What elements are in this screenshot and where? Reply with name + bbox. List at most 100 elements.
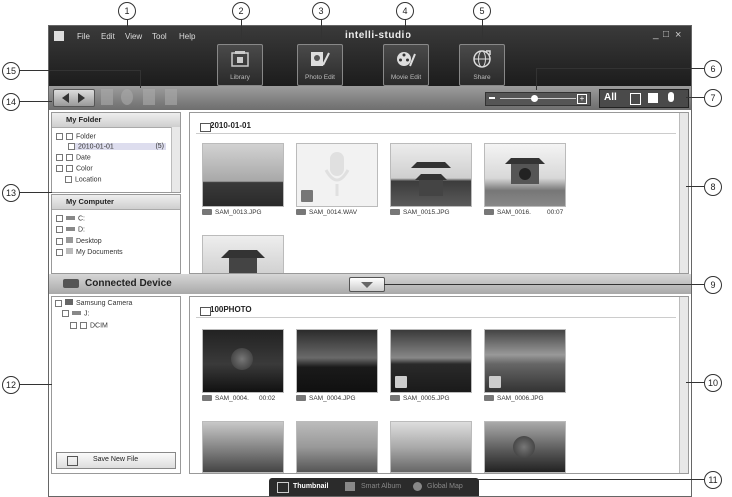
thumbnail-sam-0015[interactable] xyxy=(390,143,472,207)
forward-arrow-icon[interactable] xyxy=(78,93,85,103)
camera-device-icon xyxy=(63,279,79,288)
minimize-button[interactable]: _ xyxy=(653,29,659,40)
maximize-button[interactable]: □ xyxy=(663,29,669,40)
expand-icon[interactable] xyxy=(56,237,63,245)
bottom-area-scrollbar[interactable] xyxy=(679,297,688,473)
callout-leader xyxy=(241,17,242,43)
callout-leader xyxy=(478,479,704,480)
share-button[interactable]: Share xyxy=(459,44,505,86)
share-globe-icon xyxy=(473,50,491,68)
thumbnail-caption: SAM_0004.JPG xyxy=(296,395,356,402)
movie-edit-button[interactable]: Movie Edit xyxy=(383,44,429,86)
expand-icon[interactable] xyxy=(56,133,63,140)
thumbnail-sam-0004-jpg[interactable] xyxy=(296,329,378,393)
video-duration: 00:02 xyxy=(258,395,276,402)
save-new-file-button[interactable]: Save New File xyxy=(56,452,176,469)
expand-icon[interactable] xyxy=(55,299,62,307)
menu-edit[interactable]: Edit xyxy=(101,32,115,41)
filter-all-button[interactable]: All xyxy=(604,92,617,103)
menu-tool[interactable]: Tool xyxy=(152,32,167,41)
photo-edit-button[interactable]: Photo Edit xyxy=(297,44,343,86)
tab-smart-album[interactable]: Smart Album xyxy=(361,483,401,490)
menu-help[interactable]: Help xyxy=(179,32,195,41)
pagoda-image-icon xyxy=(221,250,265,273)
monument-image-icon xyxy=(505,158,545,184)
tree-item-date[interactable]: Date xyxy=(56,154,91,161)
file-name: SAM_0004.JPG xyxy=(309,395,356,402)
filter-photo-icon[interactable] xyxy=(648,93,658,103)
tree-item-my-documents[interactable]: My Documents xyxy=(56,248,123,256)
drive-icon xyxy=(66,227,75,232)
connected-device-title: Connected Device xyxy=(85,278,172,289)
tree-label: Location xyxy=(75,176,102,184)
tree-item-drive-c[interactable]: C: xyxy=(56,215,85,222)
zoom-out-icon[interactable] xyxy=(489,97,495,99)
expand-icon[interactable] xyxy=(70,322,77,329)
my-folder-scrollbar[interactable] xyxy=(171,127,180,192)
thumbnail-row2-2[interactable] xyxy=(296,421,378,473)
thumbnail-sam-0016[interactable] xyxy=(484,143,566,207)
copy-to-pc-icon[interactable] xyxy=(101,89,113,105)
person-icon[interactable] xyxy=(165,89,177,105)
tree-item-location[interactable]: Location xyxy=(65,176,101,183)
menu-view[interactable]: View xyxy=(125,32,142,41)
expand-icon[interactable] xyxy=(56,154,63,161)
play-globe-icon xyxy=(231,348,253,370)
audio-badge-icon xyxy=(301,190,313,202)
tree-item-folder[interactable]: Folder xyxy=(56,133,96,140)
zoom-slider[interactable]: + xyxy=(485,92,591,106)
tree-item-dcim[interactable]: DCIM xyxy=(70,322,108,329)
close-button[interactable]: × xyxy=(675,29,681,41)
thumbnail-sam-0006[interactable] xyxy=(484,329,566,393)
expand-icon[interactable] xyxy=(62,310,69,317)
library-button[interactable]: Library xyxy=(217,44,263,86)
tab-global-map[interactable]: Global Map xyxy=(427,483,463,490)
my-folder-header: My Folder xyxy=(52,113,180,128)
back-arrow-icon[interactable] xyxy=(62,93,69,103)
filter-audio-icon[interactable] xyxy=(668,92,674,102)
tree-item-drive-j[interactable]: J: xyxy=(62,310,89,317)
file-name: SAM_0005.JPG xyxy=(403,395,450,402)
callout-leader xyxy=(18,192,52,193)
top-area-scrollbar[interactable] xyxy=(679,113,688,273)
thumbnail-row2-3[interactable] xyxy=(390,421,472,473)
callout-9: 9 xyxy=(704,276,722,294)
thumbnail-sam-0014[interactable] xyxy=(296,143,378,207)
drive-icon xyxy=(66,216,75,221)
nav-arrows[interactable] xyxy=(53,89,95,107)
file-name: SAM_0014.WAV xyxy=(309,209,358,216)
thumbnail-row2-4[interactable] xyxy=(484,421,566,473)
photo-badge-icon xyxy=(390,395,400,402)
title-bar: File Edit View Tool Help intelli-studio … xyxy=(49,26,691,86)
expand-icon[interactable] xyxy=(56,215,63,222)
tree-item-2010-01-01[interactable]: 2010-01-01 (5) xyxy=(68,143,166,151)
smart-album-icon xyxy=(345,482,355,491)
tab-thumbnail[interactable]: Thumbnail xyxy=(293,483,328,490)
thumbnail-row2-1[interactable] xyxy=(202,421,284,473)
color-icon xyxy=(66,165,73,172)
tree-item-color[interactable]: Color xyxy=(56,165,93,172)
thumbnail-sam-0013[interactable] xyxy=(202,143,284,207)
collapse-toggle-button[interactable] xyxy=(349,277,385,292)
zoom-thumb[interactable] xyxy=(531,95,539,102)
filter-video-icon[interactable] xyxy=(630,93,641,105)
view-mode-tabs: Thumbnail Smart Album Global Map xyxy=(269,478,479,496)
rotate-icon[interactable] xyxy=(121,89,133,105)
zoom-in-icon[interactable]: + xyxy=(577,94,587,104)
menu-file[interactable]: File xyxy=(77,32,90,41)
expand-icon[interactable] xyxy=(56,226,63,233)
tree-label: Desktop xyxy=(76,238,102,245)
tree-item-samsung-camera[interactable]: Samsung Camera xyxy=(55,299,132,307)
tree-label: Color xyxy=(76,165,93,173)
expand-icon[interactable] xyxy=(56,165,63,172)
tree-label: My Documents xyxy=(76,249,123,256)
folder-title-2010-01-01: 2010-01-01 xyxy=(196,119,676,134)
tree-item-drive-d[interactable]: D: xyxy=(56,226,85,233)
tree-item-desktop[interactable]: Desktop xyxy=(56,237,102,245)
thumbnail-partial[interactable] xyxy=(202,235,284,273)
expand-icon[interactable] xyxy=(56,248,63,256)
print-icon[interactable] xyxy=(143,89,155,105)
thumbnail-sam-0005[interactable] xyxy=(390,329,472,393)
thumbnail-sam-0004-video[interactable] xyxy=(202,329,284,393)
bottom-thumbnail-area: 100PHOTO SAM_0004. 00:02 SAM_0004.JPG SAM… xyxy=(189,296,689,474)
